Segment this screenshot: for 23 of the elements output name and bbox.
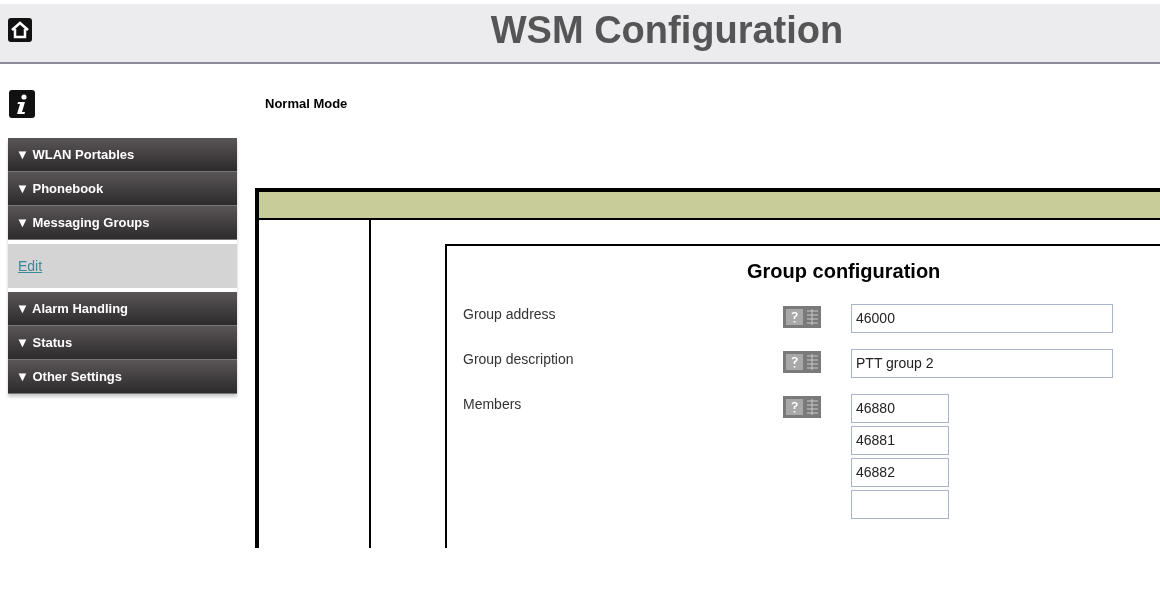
help-icon[interactable] bbox=[783, 305, 821, 328]
member-field[interactable] bbox=[851, 489, 949, 519]
field-label: Group address bbox=[463, 304, 557, 324]
text-field[interactable]: 46000 bbox=[851, 303, 1113, 333]
form-title: Group configuration bbox=[746, 258, 942, 284]
menu-section[interactable]: ▼ Phonebook bbox=[8, 172, 237, 206]
page-title: WSM Configuration bbox=[490, 7, 844, 53]
field-label: Members bbox=[463, 394, 523, 414]
mode-label: Normal Mode bbox=[265, 95, 349, 113]
field-label: Group description bbox=[463, 349, 575, 369]
menu-section[interactable]: ▼ Alarm Handling bbox=[8, 292, 237, 326]
home-icon[interactable] bbox=[8, 18, 32, 42]
help-icon[interactable] bbox=[783, 395, 821, 418]
menu-section[interactable]: ▼ Status bbox=[8, 326, 237, 360]
member-field[interactable]: 46880 bbox=[851, 393, 949, 423]
info-icon[interactable] bbox=[9, 90, 35, 118]
help-icon[interactable] bbox=[783, 350, 821, 373]
menu-section[interactable]: ▼ Messaging Groups bbox=[8, 206, 237, 240]
member-field[interactable]: 46881 bbox=[851, 425, 949, 455]
text-field[interactable]: PTT group 2 bbox=[851, 348, 1113, 378]
member-field[interactable]: 46882 bbox=[851, 457, 949, 487]
menu-section[interactable]: ▼ Other Settings bbox=[8, 360, 237, 394]
menu-section[interactable]: ▼ WLAN Portables bbox=[8, 138, 237, 172]
